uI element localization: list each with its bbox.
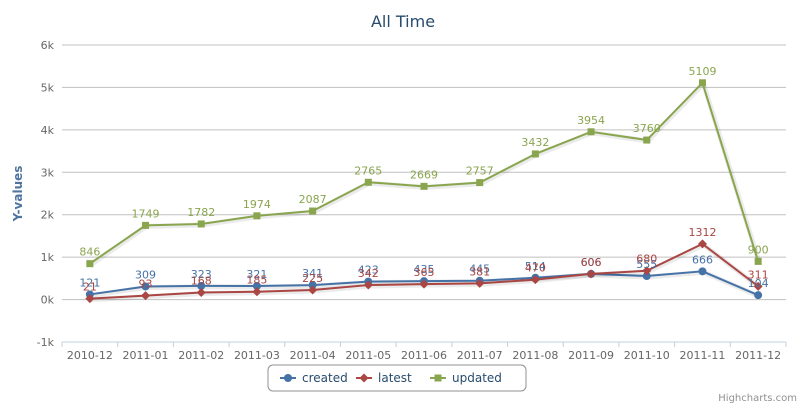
circle-icon <box>284 374 292 382</box>
y-tick-label: 5k <box>41 81 55 94</box>
point-marker[interactable] <box>364 178 372 186</box>
data-labels: 121309 323 321 341 423 435 445 514 606 555 6661042… <box>79 65 768 294</box>
y-tick-label: 6k <box>41 39 55 52</box>
x-tick-label: 2011-12 <box>735 349 781 362</box>
legend-label: latest <box>378 371 412 385</box>
data-label: 1312 <box>688 226 716 239</box>
data-label: 2087 <box>299 193 327 206</box>
point-marker[interactable] <box>643 136 651 144</box>
data-label: 680 <box>636 253 657 266</box>
data-label: 2669 <box>410 168 438 181</box>
point-marker[interactable] <box>197 220 205 228</box>
point-marker[interactable] <box>420 182 428 190</box>
data-label: 1749 <box>132 207 160 220</box>
data-label: 5109 <box>688 65 716 78</box>
data-label: 93 <box>139 278 153 291</box>
point-marker[interactable] <box>754 257 762 265</box>
x-tick-label: 2011-02 <box>178 349 224 362</box>
point-marker[interactable] <box>142 221 150 229</box>
data-label: 846 <box>79 246 100 259</box>
data-label: 2765 <box>354 164 382 177</box>
point-marker[interactable] <box>531 150 539 158</box>
data-label: 900 <box>748 243 769 256</box>
x-tick-label: 2011-08 <box>512 349 558 362</box>
legend-label: updated <box>452 371 502 385</box>
x-tick-label: 2011-01 <box>123 349 169 362</box>
data-label: 1782 <box>187 206 215 219</box>
point-marker[interactable] <box>476 179 484 187</box>
data-label: 168 <box>191 274 212 287</box>
point-marker[interactable] <box>253 212 261 220</box>
x-tick-label: 2011-07 <box>457 349 503 362</box>
data-label: 381 <box>469 265 490 278</box>
credits-text[interactable]: Highcharts.com <box>718 393 797 404</box>
point-marker[interactable] <box>754 291 763 300</box>
data-label: 3954 <box>577 114 605 127</box>
x-tick-label: 2011-11 <box>679 349 725 362</box>
data-label: 311 <box>748 268 769 281</box>
line-chart: All Time Y-values -1k 0k 1k 2k 3k 4k 5k 6k 2010-… <box>0 0 807 413</box>
x-tick-label: 2011-10 <box>624 349 670 362</box>
point-marker[interactable] <box>86 260 94 268</box>
point-marker[interactable] <box>698 79 706 87</box>
x-tick-label: 2010-12 <box>67 349 113 362</box>
data-label: 365 <box>414 266 435 279</box>
point-marker[interactable] <box>587 128 595 136</box>
x-tick-label: 2011-05 <box>345 349 391 362</box>
legend-label: created <box>302 371 348 385</box>
square-icon <box>434 374 442 382</box>
x-tick-label: 2011-04 <box>290 349 336 362</box>
x-tick-label: 2011-06 <box>401 349 447 362</box>
data-label: 606 <box>581 256 602 269</box>
data-label: 21 <box>83 281 97 294</box>
y-tick-label: 1k <box>41 251 55 264</box>
x-tick-label: 2011-03 <box>234 349 280 362</box>
data-label: 666 <box>692 253 713 266</box>
point-marker[interactable] <box>309 207 317 215</box>
y-axis-title: Y-values <box>11 166 25 223</box>
y-tick-label: 0k <box>41 294 55 307</box>
data-label: 342 <box>358 267 379 280</box>
y-tick-label: 4k <box>41 124 55 137</box>
data-label: 1974 <box>243 198 271 211</box>
point-marker[interactable] <box>698 267 707 276</box>
data-label: 2757 <box>466 165 494 178</box>
data-label: 225 <box>302 272 323 285</box>
x-tick-label: 2011-09 <box>568 349 614 362</box>
legend: created latest updated <box>267 364 527 392</box>
y-tick-label: 3k <box>41 166 55 179</box>
data-label: 185 <box>246 274 267 287</box>
chart-canvas: All Time Y-values -1k 0k 1k 2k 3k 4k 5k 6k 2010-… <box>11 12 797 404</box>
data-label: 3432 <box>521 136 549 149</box>
data-label: 3760 <box>633 122 661 135</box>
y-tick-label: 2k <box>41 209 55 222</box>
data-label: 470 <box>525 262 546 275</box>
y-tick-label: -1k <box>37 336 55 349</box>
chart-title: All Time <box>371 12 435 31</box>
